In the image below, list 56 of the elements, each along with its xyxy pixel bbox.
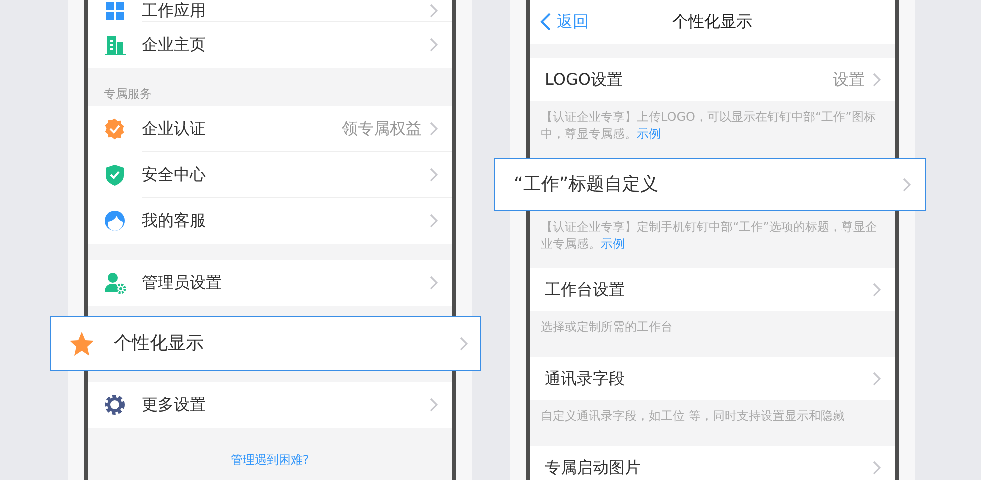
chevron-icon [430,276,438,290]
item-description: 【认证企业专享】上传LOGO，可以显示在钉钉中部“工作”图标中，尊显专属感。示例 [541,109,877,144]
item-label: 管理员设置 [142,273,223,293]
item-label: 通讯录字段 [545,368,626,388]
item-description: 自定义通讯录字段，如工位 等，同时支持设置显示和隐藏 [541,408,846,425]
section-header: 专属服务 [104,87,152,101]
chevron-icon [430,38,438,52]
list-item[interactable]: 我的客服 [88,198,452,244]
item-label: “工作”标题自定义 [514,174,660,196]
highlighted-item[interactable]: 个性化显示 [50,316,481,371]
chevron-icon [873,460,881,474]
chevron-icon [430,122,438,136]
list-item[interactable]: 企业认证 领专属权益 [88,106,452,152]
list-item[interactable]: 更多设置 [88,382,452,428]
chevron-icon [873,372,881,386]
item-label: 企业认证 [142,119,207,139]
item-label: 更多设置 [142,395,207,415]
list-item[interactable]: LOGO设置 设置 [530,58,895,101]
building-icon [104,34,126,56]
person-icon [104,210,126,232]
page-title: 个性化显示 [672,11,752,33]
item-label: LOGO设置 [545,70,624,90]
list-item[interactable]: 企业主页 [88,22,452,68]
list-item[interactable]: 专属启动图片 [530,446,895,480]
list-item[interactable]: 通讯录字段 [530,357,895,400]
highlighted-item[interactable]: “工作”标题自定义 [494,158,926,211]
item-label: 专属启动图片 [545,458,642,478]
list-item[interactable]: 安全中心 [88,152,452,198]
back-chevron-icon [540,12,552,32]
item-label: 安全中心 [142,165,207,185]
item-value: 领专属权益 [342,118,422,140]
item-value: 设置 [833,68,865,90]
list-item[interactable]: 工作台设置 [530,268,895,311]
user-gear-icon [104,272,126,294]
item-description: 选择或定制所需的工作台 [541,319,674,336]
star-icon [69,330,95,356]
list-item[interactable]: 工作应用 [88,0,452,22]
settings-icon [104,394,126,416]
chevron-icon [430,168,438,182]
chevron-icon [430,4,438,18]
chevron-icon [873,282,881,296]
item-label: 工作台设置 [545,280,626,300]
chevron-icon [873,72,881,86]
item-label: 工作应用 [142,1,207,21]
chevron-icon [460,336,468,350]
grid-icon [104,0,126,22]
item-label: 企业主页 [142,35,207,55]
item-label: 个性化显示 [114,332,205,354]
chevron-icon [430,398,438,412]
verified-badge-icon [104,118,126,140]
shield-icon [104,164,126,186]
item-label: 我的客服 [142,211,207,231]
chevron-icon [903,178,911,192]
chevron-icon [430,214,438,228]
item-description: 【认证企业专享】定制手机钉钉中部“工作”选项的标题，尊显企业专属感。示例 [541,219,878,254]
list-item[interactable]: 管理员设置 [88,260,452,306]
